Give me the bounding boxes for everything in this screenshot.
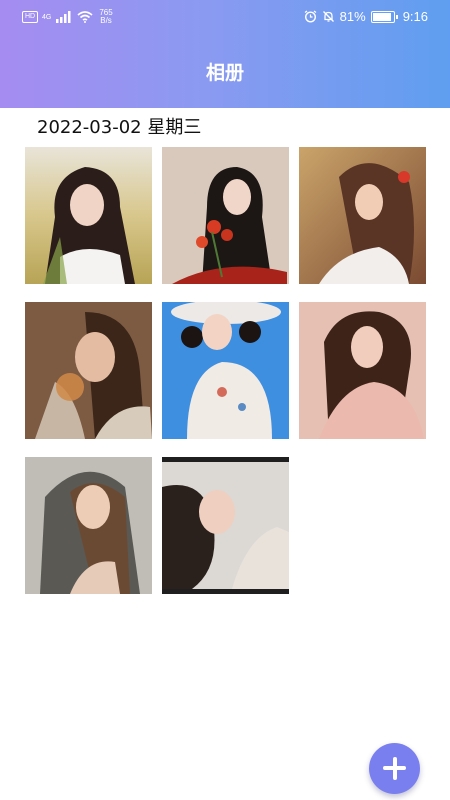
date-header: 2022-03-02 星期三 — [37, 117, 202, 138]
net-speed-unit: B/s — [100, 16, 112, 25]
album-screen: HD 4G 765 B/s 81% 9:16 相册 2022-03-02 星期三 — [0, 0, 450, 800]
photo-8-image — [162, 457, 289, 594]
app-bar: HD 4G 765 B/s 81% 9:16 相册 — [0, 0, 450, 108]
photo-5-image — [162, 302, 289, 439]
photo-6-image — [299, 302, 426, 439]
signal-icon — [56, 11, 71, 23]
add-photo-button[interactable] — [369, 743, 420, 794]
photo-4-image — [25, 302, 152, 439]
photo-7[interactable] — [25, 457, 152, 594]
alarm-icon — [304, 10, 317, 23]
photo-6[interactable] — [299, 302, 426, 439]
app-title: 相册 — [205, 62, 244, 84]
status-right: 81% 9:16 — [304, 9, 428, 24]
status-time: 9:16 — [402, 9, 428, 24]
wifi-icon — [77, 11, 93, 23]
status-left: HD 4G 765 B/s — [22, 9, 113, 25]
network-type: 4G — [42, 13, 52, 21]
photo-8[interactable] — [162, 457, 289, 594]
mute-bell-icon — [322, 11, 334, 22]
photo-7-image — [25, 457, 152, 594]
battery-icon — [370, 10, 398, 23]
status-bar: HD 4G 765 B/s 81% 9:16 — [0, 0, 450, 34]
photo-5[interactable] — [162, 302, 289, 439]
photo-1[interactable] — [25, 147, 152, 284]
photo-4[interactable] — [25, 302, 152, 439]
hd-icon: HD — [22, 11, 38, 23]
battery-percent: 81% — [339, 9, 366, 24]
net-speed: 765 B/s — [99, 9, 112, 25]
photo-1-image — [25, 147, 152, 284]
photo-3[interactable] — [299, 147, 426, 284]
photo-2[interactable] — [162, 147, 289, 284]
photo-3-image — [299, 147, 426, 284]
photo-2-image — [162, 147, 289, 284]
